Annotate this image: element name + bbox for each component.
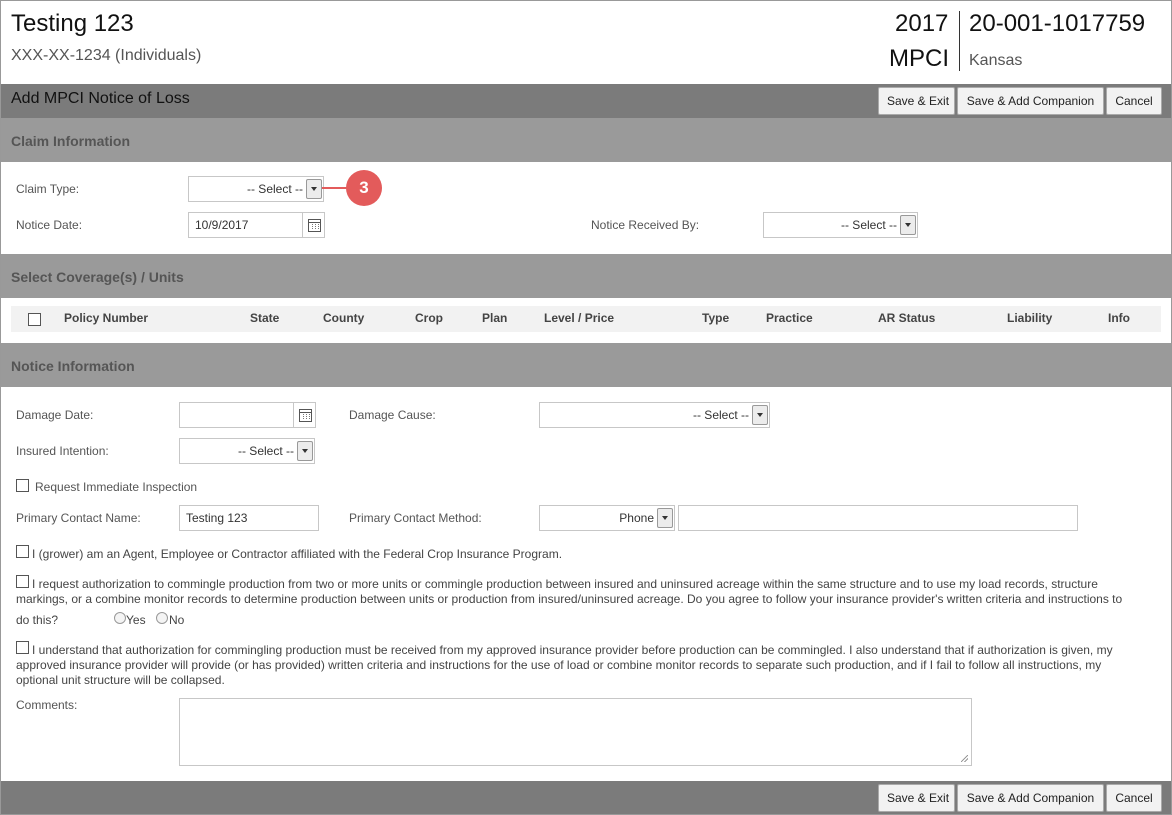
primary-contact-detail-input[interactable]: [678, 505, 1078, 531]
primary-contact-name-value: Testing 123: [186, 511, 248, 525]
step-callout-badge: 3: [346, 170, 382, 206]
insured-name: Testing 123: [11, 10, 134, 37]
calendar-icon[interactable]: [293, 403, 315, 427]
primary-contact-method-value: Phone: [619, 511, 654, 525]
damage-cause-value: -- Select --: [692, 408, 749, 422]
understand-line: optional unit structure will be collapse…: [16, 673, 225, 687]
page-title: Add MPCI Notice of Loss: [11, 90, 190, 107]
chevron-down-icon: [752, 405, 768, 425]
col-plan: Plan: [482, 311, 508, 325]
chevron-down-icon: [900, 215, 916, 235]
header-divider: [959, 11, 960, 71]
col-type: Type: [702, 311, 730, 325]
notice-received-by-value: -- Select --: [840, 218, 897, 232]
notice-date-value: 10/9/2017: [195, 218, 249, 232]
claim-type-select[interactable]: -- Select --: [188, 176, 324, 202]
coverage-table-header: Policy Number State County Crop Plan Lev…: [11, 306, 1161, 332]
insured-intention-value: -- Select --: [237, 444, 294, 458]
damage-date-label: Damage Date:: [16, 408, 94, 422]
policy-state: Kansas: [969, 52, 1023, 69]
affiliation-statement: I (grower) am an Agent, Employee or Cont…: [32, 547, 563, 561]
col-county: County: [323, 311, 365, 325]
damage-date-input[interactable]: [179, 402, 316, 428]
chevron-down-icon: [306, 179, 322, 199]
no-radio[interactable]: [156, 612, 168, 624]
notice-date-label: Notice Date:: [16, 218, 83, 232]
col-crop: Crop: [415, 311, 443, 325]
section-title: Claim Information: [11, 133, 131, 149]
claim-type-label: Claim Type:: [16, 182, 80, 196]
primary-contact-method-select[interactable]: Phone: [539, 505, 675, 531]
save-exit-button[interactable]: Save & Exit: [878, 87, 955, 115]
damage-cause-select[interactable]: -- Select --: [539, 402, 770, 428]
commingle-request-line: I request authorization to commingle pro…: [32, 577, 1098, 591]
col-info: Info: [1108, 311, 1130, 325]
primary-contact-name-input[interactable]: Testing 123: [179, 505, 319, 531]
commingle-request-text: I request authorization to commingle pro…: [16, 577, 1166, 592]
notice-received-by-label: Notice Received By:: [591, 218, 700, 232]
notice-date-input[interactable]: 10/9/2017: [188, 212, 325, 238]
coverage-header: Select Coverage(s) / Units: [1, 254, 1171, 298]
primary-contact-name-label: Primary Contact Name:: [16, 511, 141, 525]
insured-intention-label: Insured Intention:: [16, 444, 109, 458]
primary-contact-method-label: Primary Contact Method:: [349, 511, 482, 525]
comments-textarea[interactable]: [179, 698, 972, 766]
callout-connector: [322, 187, 348, 189]
understand-line: approved insurance provider will provide…: [16, 658, 1102, 672]
commingle-request-line: do this?: [16, 613, 59, 627]
yes-label: Yes: [126, 613, 146, 627]
col-practice: Practice: [766, 311, 813, 325]
section-title: Notice Information: [11, 358, 135, 374]
col-ar-status: AR Status: [878, 311, 936, 325]
col-state: State: [250, 311, 280, 325]
understand-line: I understand that authorization for comm…: [32, 643, 1113, 657]
insured-id: XXX-XX-1234 (Individuals): [11, 47, 202, 64]
bottom-toolbar: Save & Exit Save & Add Companion Cancel: [1, 781, 1171, 814]
yes-radio[interactable]: [114, 612, 126, 624]
affiliation-checkbox[interactable]: [16, 545, 29, 558]
policy-number: 20-001-1017759: [969, 10, 1146, 37]
save-add-companion-button[interactable]: Save & Add Companion: [957, 87, 1104, 115]
notice-information-header: Notice Information: [1, 343, 1171, 387]
cancel-button[interactable]: Cancel: [1106, 784, 1162, 812]
resize-handle-icon[interactable]: [961, 755, 968, 762]
request-inspection-checkbox[interactable]: [16, 479, 29, 492]
save-add-companion-button[interactable]: Save & Add Companion: [957, 784, 1104, 812]
section-title: Select Coverage(s) / Units: [11, 269, 184, 285]
cancel-button[interactable]: Cancel: [1106, 87, 1162, 115]
select-all-checkbox[interactable]: [28, 313, 41, 326]
claim-information-header: Claim Information: [1, 118, 1171, 162]
insured-intention-select[interactable]: -- Select --: [179, 438, 315, 464]
no-label: No: [169, 613, 185, 627]
chevron-down-icon: [297, 441, 313, 461]
col-policy-number: Policy Number: [64, 311, 149, 325]
chevron-down-icon: [657, 508, 673, 528]
crop-year: 2017: [895, 10, 949, 37]
program-name: MPCI: [889, 45, 949, 72]
col-liability: Liability: [1007, 311, 1053, 325]
comments-label: Comments:: [16, 698, 78, 712]
save-exit-button[interactable]: Save & Exit: [878, 784, 955, 812]
top-toolbar: Add MPCI Notice of Loss Save & Exit Save…: [1, 84, 1171, 118]
claim-type-value: -- Select --: [246, 182, 303, 196]
damage-cause-label: Damage Cause:: [349, 408, 436, 422]
request-inspection-label: Request Immediate Inspection: [35, 480, 198, 494]
notice-received-by-select[interactable]: -- Select --: [763, 212, 918, 238]
commingle-request-line: markings, or a combine monitor records t…: [16, 592, 1123, 606]
calendar-icon[interactable]: [302, 213, 324, 237]
col-level-price: Level / Price: [544, 311, 615, 325]
